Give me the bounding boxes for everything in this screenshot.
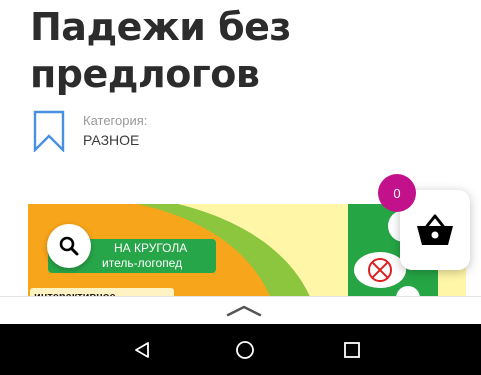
- search-button[interactable]: [47, 224, 91, 268]
- nav-home-button[interactable]: [227, 332, 263, 368]
- cart-count-badge: 0: [378, 174, 416, 212]
- nav-recents-button[interactable]: [334, 332, 370, 368]
- triangle-back-icon: [135, 342, 149, 358]
- page-title: Падежи без предлогов: [30, 5, 291, 96]
- nav-back-button[interactable]: [124, 332, 160, 368]
- search-icon: [59, 236, 79, 256]
- basket-icon: [417, 214, 453, 245]
- system-navigation-bar: [0, 324, 481, 375]
- category-link[interactable]: РАЗНОЕ: [83, 132, 139, 148]
- category-label: Категория:: [83, 113, 148, 128]
- banner-title: НА КРУГОЛА: [114, 241, 188, 255]
- page: Падежи без предлогов Категория: РАЗНОЕ Н…: [0, 0, 481, 375]
- circle-home-icon: [236, 341, 254, 359]
- square-recents-icon: [344, 342, 360, 358]
- bookmark-icon: [33, 110, 65, 152]
- banner-subtitle: итель-логопед: [102, 256, 183, 270]
- chevron-up-icon[interactable]: [226, 302, 262, 318]
